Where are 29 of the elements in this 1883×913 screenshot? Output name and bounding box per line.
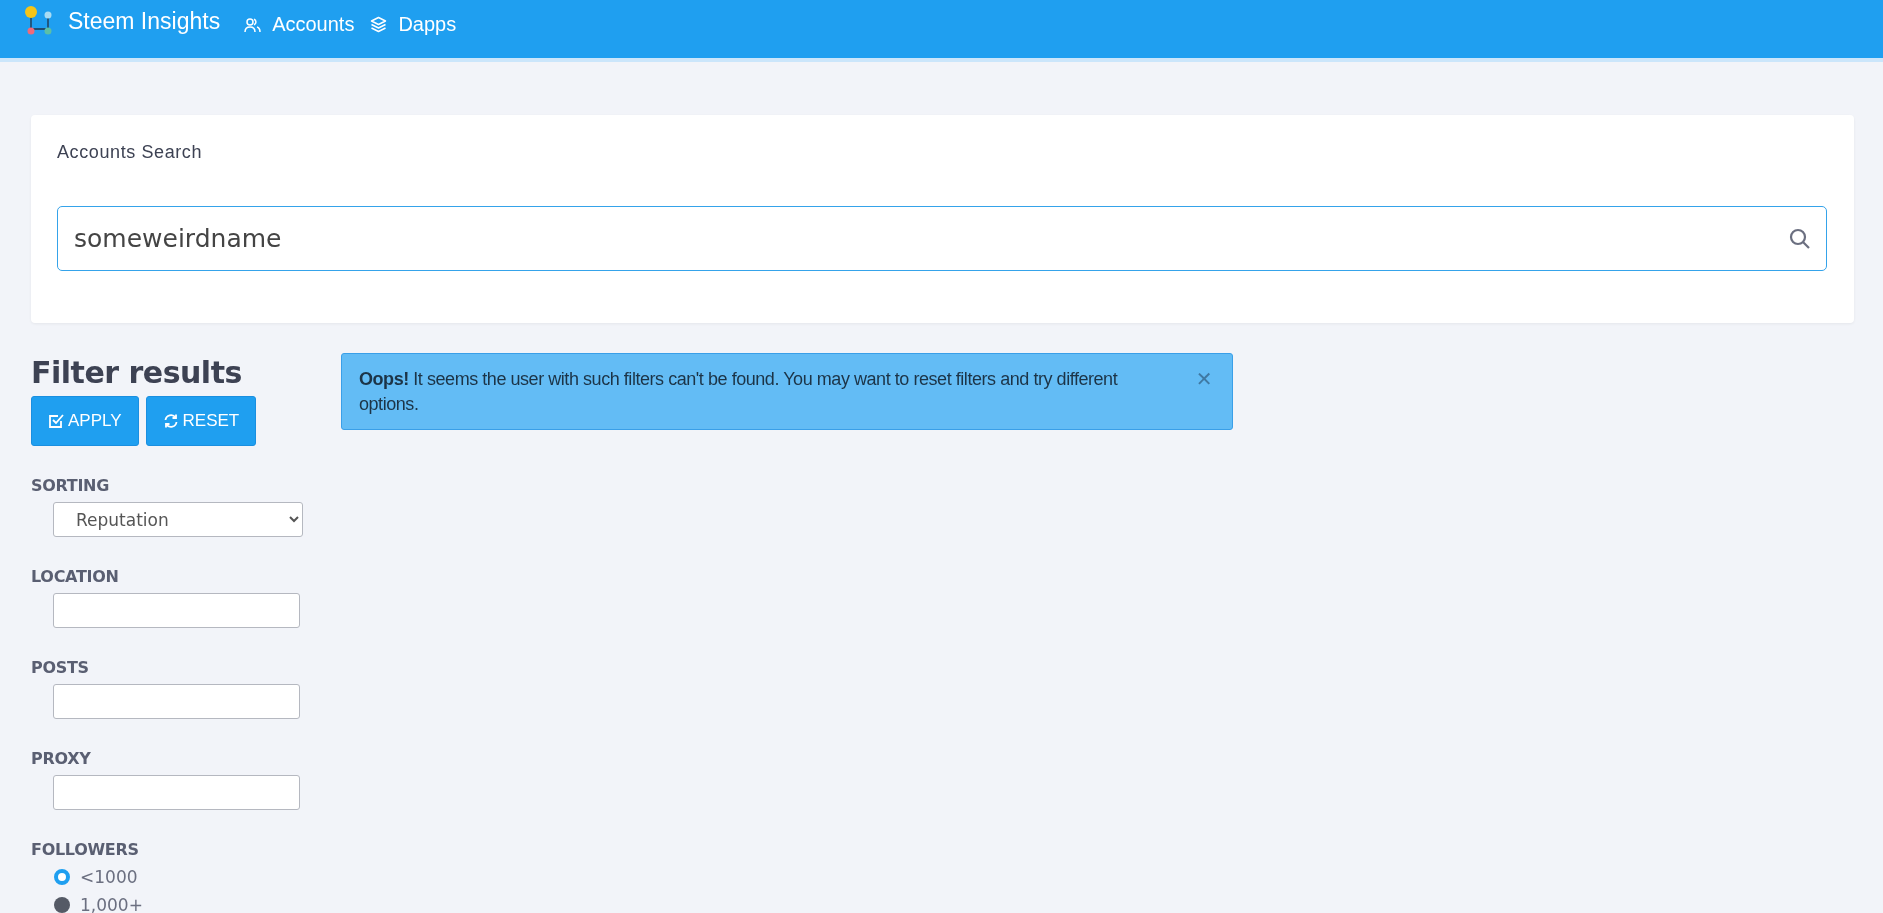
sort-dropdown[interactable]: Reputation (53, 502, 303, 537)
refresh-icon (162, 413, 179, 429)
search-icon[interactable] (1789, 228, 1811, 250)
nav-link[interactable]: Accounts (244, 13, 355, 36)
filter-title: Filter results (31, 355, 243, 390)
filter-label: SORTING (31, 476, 111, 495)
filter-input[interactable] (53, 593, 300, 628)
filter-label: PROXY (31, 749, 92, 768)
filter-label: FOLLOWERS (31, 840, 140, 859)
alert-message: Oops! It seems the user with such filters can't be found. You may want to reset filters and try different options. (359, 368, 1119, 417)
filter-label: LOCATION (31, 567, 120, 586)
filter-input[interactable] (53, 684, 300, 719)
brand-name[interactable]: Steem Insights (68, 7, 221, 35)
logo-icon (24, 6, 54, 36)
card-title: Accounts Search (57, 142, 204, 163)
radio-label: 1,000+ (80, 895, 143, 913)
users-icon (244, 16, 262, 33)
reset-button[interactable]: RESET (145, 396, 257, 446)
checkbox-icon (48, 413, 64, 429)
radio-button[interactable] (54, 897, 70, 913)
radio-button[interactable] (54, 869, 70, 885)
layers-icon (370, 16, 388, 33)
filter-label: POSTS (31, 658, 90, 677)
filter-input[interactable] (53, 775, 300, 810)
nav-link[interactable]: Dapps (370, 13, 457, 36)
radio-label: <1000 (80, 867, 138, 887)
close-button[interactable]: ✕ (1195, 367, 1212, 391)
search-field[interactable]: someweirdname (57, 206, 1827, 271)
apply-button[interactable]: APPLY (31, 396, 139, 446)
